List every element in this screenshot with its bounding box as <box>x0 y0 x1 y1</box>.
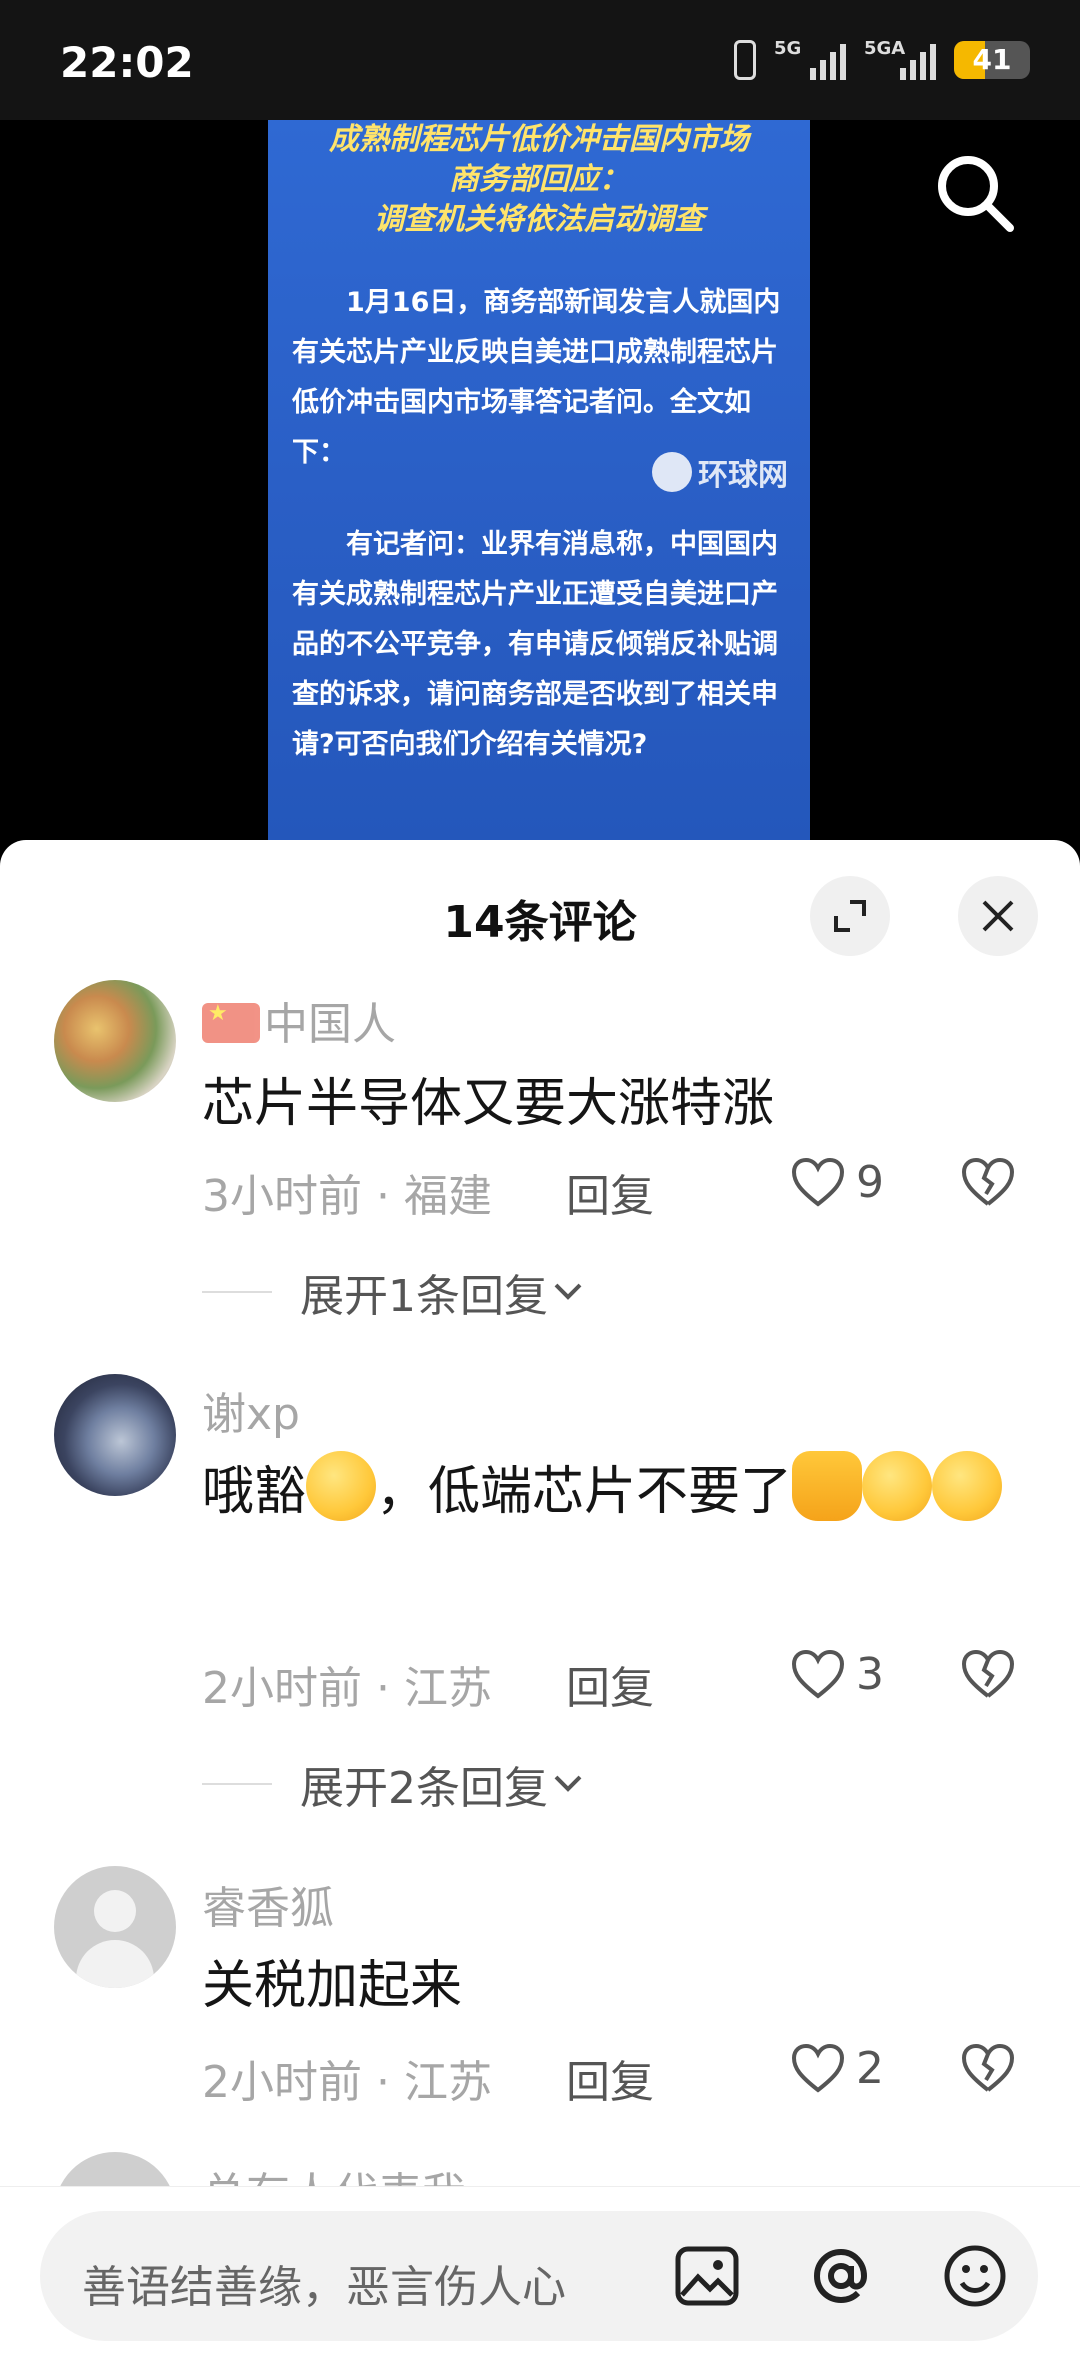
dislike-button[interactable] <box>960 1156 1016 1212</box>
grin-emoji-icon <box>932 1451 1003 1521</box>
search-button[interactable] <box>930 148 1020 238</box>
signal-5g-icon: 5G <box>774 38 846 80</box>
status-icons: 5G 5GA 41 <box>734 38 1030 80</box>
news-headline: 成熟制程芯片低价冲击国内市场 商务部回应： 调查机关将依法启动调查 <box>329 122 749 237</box>
reply-button[interactable]: 回复 <box>566 2046 654 2110</box>
comment-meta: 3小时前 · 福建 <box>202 1171 492 1222</box>
battery-icon: 41 <box>954 41 1030 79</box>
comment-text: 关税加起来 <box>202 1956 463 2016</box>
chevron-down-icon <box>554 1775 582 1792</box>
dislike-button[interactable] <box>960 2042 1016 2098</box>
comment-input[interactable]: 善语结善缘，恶言伤人心 <box>40 2211 1038 2341</box>
comment-username[interactable]: 谢xp <box>202 1378 300 1442</box>
expand-replies-button[interactable]: 展开1条回复 <box>202 1260 588 1324</box>
flushed-emoji-icon <box>306 1451 377 1521</box>
heart-icon <box>791 2043 845 2093</box>
expand-sheet-button[interactable] <box>810 876 890 956</box>
image-icon <box>675 2246 739 2306</box>
comment-input-bar: 善语结善缘，恶言伤人心 <box>0 2186 1080 2376</box>
avatar[interactable] <box>54 1374 176 1496</box>
avatar[interactable] <box>54 980 176 1102</box>
comment-input-placeholder: 善语结善缘，恶言伤人心 <box>82 2262 566 2313</box>
at-icon <box>813 2248 868 2304</box>
broken-heart-icon <box>961 1157 1015 1206</box>
video-player[interactable]: 成熟制程芯片低价冲击国内市场 商务部回应： 调查机关将依法启动调查 1月16日，… <box>0 120 1080 840</box>
comment-meta: 2小时前 · 江苏 <box>202 1663 492 1714</box>
like-button[interactable]: 9 <box>790 1156 884 1208</box>
close-icon <box>982 900 1014 932</box>
close-sheet-button[interactable] <box>958 876 1038 956</box>
search-icon <box>938 156 1014 232</box>
reply-button[interactable]: 回复 <box>566 1652 654 1716</box>
like-button[interactable]: 3 <box>790 1648 884 1700</box>
comment-username[interactable]: 睿香狐 <box>202 1872 334 1936</box>
battery-level: 41 <box>972 43 1012 76</box>
dislike-button[interactable] <box>960 1648 1016 1704</box>
broken-heart-icon <box>961 2043 1015 2092</box>
broken-heart-icon <box>961 1649 1015 1698</box>
globe-logo-icon <box>652 452 692 492</box>
comment-meta: 2小时前 · 江苏 <box>202 2057 492 2108</box>
chevron-down-icon <box>554 1283 582 1300</box>
avatar[interactable] <box>54 1866 176 1988</box>
emoji-button[interactable] <box>938 2239 1012 2313</box>
comment-username[interactable]: 中国人 <box>202 988 396 1052</box>
heart-icon <box>791 1157 845 1207</box>
heart-icon <box>791 1649 845 1699</box>
comment-text: 哦豁 ，低端芯片不要了 <box>202 1446 1020 1538</box>
comment-text: 芯片半导体又要大涨特涨 <box>202 1074 775 1134</box>
news-paragraph-2: 有记者问：业界有消息称，中国国内有关成熟制程芯片产业正遭受自美进口产品的不公平竞… <box>292 529 778 760</box>
comment-count-title: 14条评论 <box>443 897 637 948</box>
mention-button[interactable] <box>804 2239 878 2313</box>
news-paragraph-1: 1月16日，商务部新闻发言人就国内有关芯片产业反映自美进口成熟制程芯片低价冲击国… <box>292 287 781 468</box>
reply-button[interactable]: 回复 <box>566 1160 654 1224</box>
news-image: 成熟制程芯片低价冲击国内市场 商务部回应： 调查机关将依法启动调查 1月16日，… <box>268 120 810 840</box>
like-button[interactable]: 2 <box>790 2042 884 2094</box>
comment-sheet: 14条评论 中国人 芯片半导体又要大涨特涨 3小时前 · 福建 回复 9 展开1… <box>0 840 1080 2376</box>
smiley-icon <box>944 2245 1006 2307</box>
clock: 22:02 <box>60 38 194 87</box>
expand-icon <box>834 900 866 932</box>
vibrate-icon <box>734 40 756 80</box>
signal-5ga-icon: 5GA <box>864 38 936 80</box>
watermark: 环球网 <box>652 450 788 494</box>
wink-emoji-icon <box>862 1451 933 1521</box>
status-bar: 22:02 5G 5GA 41 <box>0 0 1080 120</box>
thumbs-up-emoji-icon <box>792 1451 863 1521</box>
expand-replies-button[interactable]: 展开2条回复 <box>202 1752 588 1816</box>
china-flag-icon <box>202 1001 260 1043</box>
image-button[interactable] <box>670 2239 744 2313</box>
